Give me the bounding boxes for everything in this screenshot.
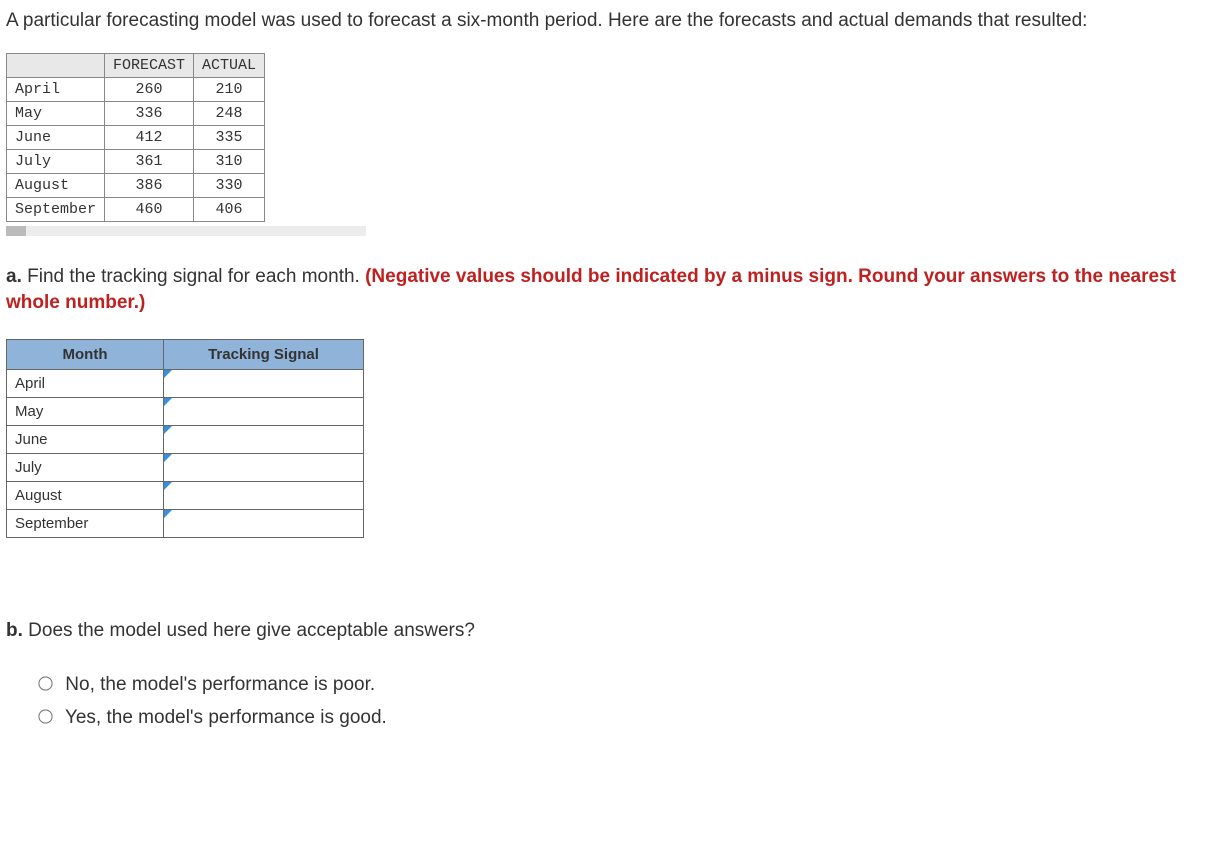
tracking-signal-input-june[interactable]	[164, 427, 363, 451]
question-b-text: Does the model used here give acceptable…	[23, 620, 475, 641]
month-cell: July	[7, 149, 105, 173]
question-b-prefix: b.	[6, 620, 23, 641]
table-row: June 412 335	[7, 125, 265, 149]
question-a: a. Find the tracking signal for each mon…	[6, 264, 1224, 317]
question-b: b. Does the model used here give accepta…	[6, 618, 1224, 645]
tracking-signal-input-may[interactable]	[164, 399, 363, 423]
option-yes-label: Yes, the model's performance is good.	[65, 707, 387, 728]
answer-input-cell[interactable]	[164, 481, 364, 509]
answer-input-cell[interactable]	[164, 453, 364, 481]
answer-header-month: Month	[7, 339, 164, 369]
answer-row: April	[7, 369, 364, 397]
forecast-data-table: FORECAST ACTUAL April 260 210 May 336 24…	[6, 53, 265, 222]
actual-cell: 330	[194, 173, 265, 197]
month-cell: August	[7, 173, 105, 197]
forecast-cell: 260	[105, 77, 194, 101]
option-yes[interactable]: Yes, the model's performance is good.	[34, 705, 1224, 732]
tracking-signal-input-july[interactable]	[164, 455, 363, 479]
answer-input-cell[interactable]	[164, 397, 364, 425]
answer-input-cell[interactable]	[164, 369, 364, 397]
forecast-cell: 361	[105, 149, 194, 173]
data-header-actual: ACTUAL	[194, 53, 265, 77]
data-header-blank	[7, 53, 105, 77]
forecast-cell: 412	[105, 125, 194, 149]
tracking-signal-input-september[interactable]	[164, 511, 363, 535]
actual-cell: 335	[194, 125, 265, 149]
answer-row: September	[7, 509, 364, 537]
answer-month-cell: April	[7, 369, 164, 397]
answer-row: August	[7, 481, 364, 509]
option-no[interactable]: No, the model's performance is poor.	[34, 672, 1224, 699]
forecast-cell: 460	[105, 197, 194, 221]
question-a-text: Find the tracking signal for each month.	[22, 266, 365, 287]
table-row: July 361 310	[7, 149, 265, 173]
question-a-prefix: a.	[6, 266, 22, 287]
answer-month-cell: June	[7, 425, 164, 453]
table-row: May 336 248	[7, 101, 265, 125]
answer-input-cell[interactable]	[164, 425, 364, 453]
table-row: August 386 330	[7, 173, 265, 197]
answer-header-tracking: Tracking Signal	[164, 339, 364, 369]
tracking-signal-input-august[interactable]	[164, 483, 363, 507]
month-cell: April	[7, 77, 105, 101]
table-row: September 460 406	[7, 197, 265, 221]
radio-no[interactable]	[38, 677, 52, 691]
answer-input-cell[interactable]	[164, 509, 364, 537]
answer-month-cell: August	[7, 481, 164, 509]
answer-month-cell: May	[7, 397, 164, 425]
tracking-signal-table: Month Tracking Signal April May June Jul…	[6, 339, 364, 538]
horizontal-scrollbar[interactable]	[6, 226, 366, 236]
answer-row: May	[7, 397, 364, 425]
answer-month-cell: September	[7, 509, 164, 537]
actual-cell: 310	[194, 149, 265, 173]
month-cell: May	[7, 101, 105, 125]
options-group: No, the model's performance is poor. Yes…	[34, 672, 1224, 731]
tracking-signal-input-april[interactable]	[164, 371, 363, 395]
forecast-cell: 386	[105, 173, 194, 197]
month-cell: September	[7, 197, 105, 221]
month-cell: June	[7, 125, 105, 149]
intro-text: A particular forecasting model was used …	[6, 8, 1224, 35]
answer-month-cell: July	[7, 453, 164, 481]
forecast-cell: 336	[105, 101, 194, 125]
table-row: April 260 210	[7, 77, 265, 101]
option-no-label: No, the model's performance is poor.	[65, 674, 375, 695]
data-header-forecast: FORECAST	[105, 53, 194, 77]
actual-cell: 406	[194, 197, 265, 221]
answer-row: June	[7, 425, 364, 453]
radio-yes[interactable]	[38, 709, 52, 723]
actual-cell: 248	[194, 101, 265, 125]
actual-cell: 210	[194, 77, 265, 101]
answer-row: July	[7, 453, 364, 481]
